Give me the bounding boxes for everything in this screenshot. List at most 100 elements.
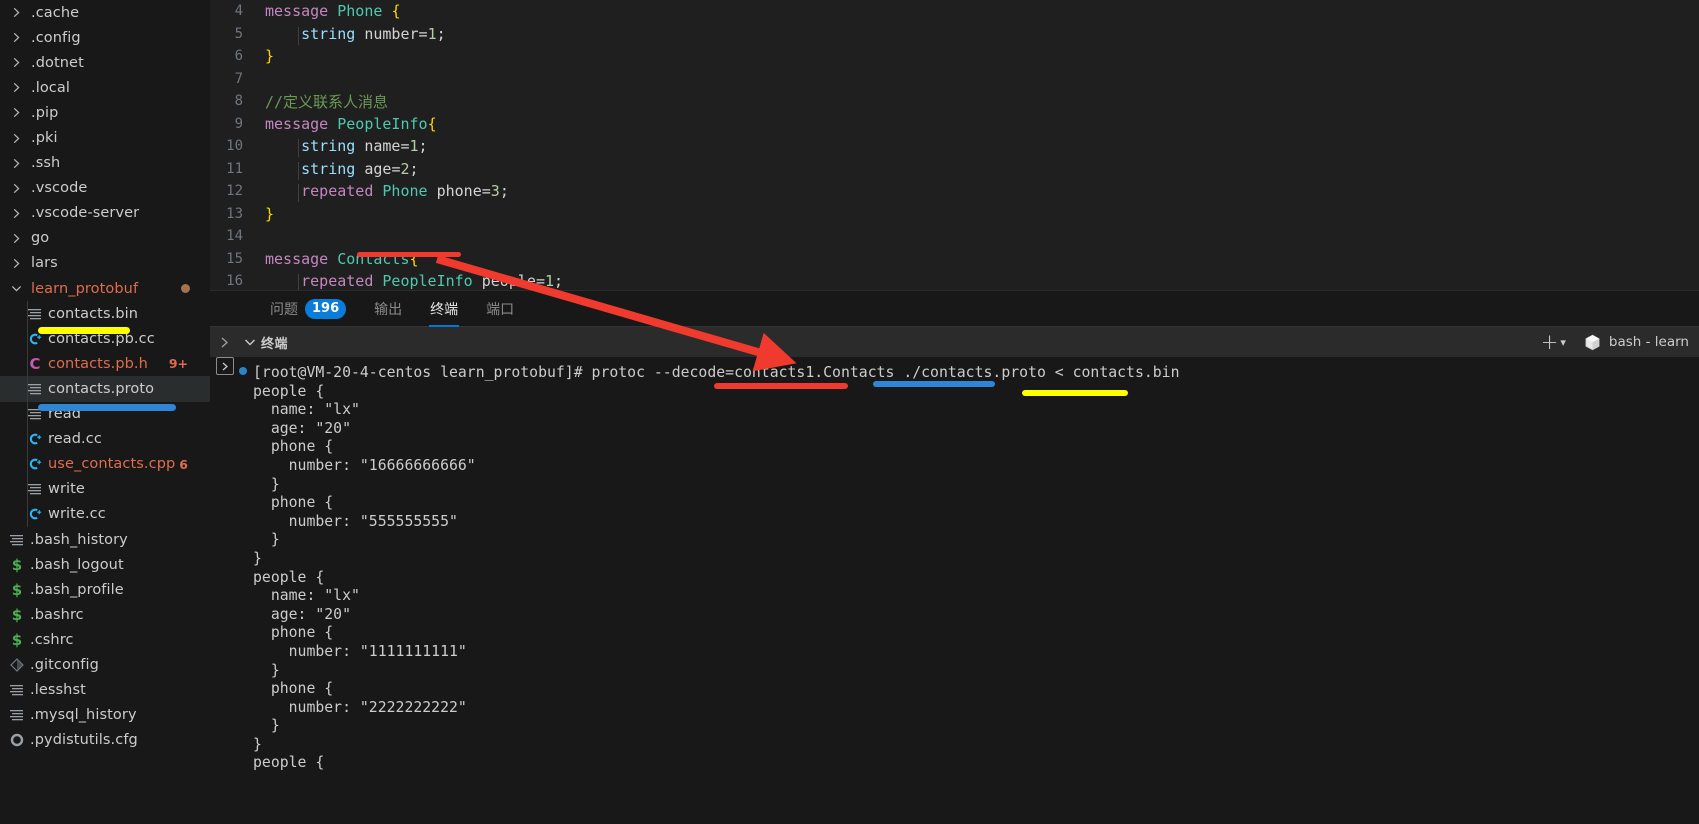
chevron-right-icon[interactable] xyxy=(8,183,24,194)
tree-item-learn-protobuf[interactable]: learn_protobuf xyxy=(0,276,210,301)
code-line-content: } xyxy=(265,205,274,223)
tree-item-lars[interactable]: lars xyxy=(0,251,210,276)
tree-item-bash-profile[interactable]: $ .bash_profile xyxy=(0,577,210,602)
tree-item-bash-logout[interactable]: $ .bash_logout xyxy=(0,552,210,577)
tree-item-pki[interactable]: .pki xyxy=(0,125,210,150)
chevron-right-icon[interactable] xyxy=(8,258,24,269)
chevron-right-icon[interactable] xyxy=(8,82,24,93)
tree-item-write[interactable]: write xyxy=(0,476,210,502)
terminal-body[interactable]: [root@VM-20-4-centos learn_protobuf]# pr… xyxy=(210,357,1699,824)
panel-tab-ports[interactable]: 端口 xyxy=(472,291,528,327)
tree-item-config[interactable]: .config xyxy=(0,25,210,50)
vscode-window: .cache .config .dotnet .local .pip .pki .ssh .v… xyxy=(0,0,1699,824)
code-token: = xyxy=(400,137,410,156)
terminal-session-tab[interactable]: bash - learn xyxy=(1570,334,1699,351)
tree-item-label: lars xyxy=(31,255,58,272)
code-line[interactable]: 9 message PeopleInfo{ xyxy=(210,113,1699,136)
terminal-output-line: number: "16666666666" xyxy=(253,456,476,474)
code-line[interactable]: 5 string number=1; xyxy=(210,23,1699,46)
code-token: message xyxy=(265,114,338,133)
code-token: ; xyxy=(499,182,509,201)
code-token: repeated xyxy=(301,182,383,201)
chevron-right-icon[interactable] xyxy=(8,57,24,68)
chevron-right-icon[interactable] xyxy=(8,158,24,169)
tree-item-mysql-history[interactable]: .mysql_history xyxy=(0,703,210,728)
file-explorer-sidebar[interactable]: .cache .config .dotnet .local .pip .pki .ssh .v… xyxy=(0,0,210,824)
tree-item-ssh[interactable]: .ssh xyxy=(0,151,210,176)
shell-icon: $ xyxy=(11,580,23,599)
tree-item-contacts-proto[interactable]: contacts.proto xyxy=(0,376,210,402)
tree-item-pydistutils-cfg[interactable]: .pydistutils.cfg xyxy=(0,728,210,753)
tree-item-vscode[interactable]: .vscode xyxy=(0,176,210,201)
tree-item-read-cc[interactable]: read.cc xyxy=(0,426,210,452)
tree-item-contacts-bin[interactable]: contacts.bin xyxy=(0,301,210,327)
code-line[interactable]: 13} xyxy=(210,203,1699,226)
tree-item-bashrc[interactable]: $ .bashrc xyxy=(0,602,210,627)
code-line[interactable]: 16 repeated PeopleInfo people=1; xyxy=(210,270,1699,290)
tree-item-go[interactable]: go xyxy=(0,226,210,251)
indent-guide xyxy=(298,184,299,203)
code-line[interactable]: 12 repeated Phone phone=3; xyxy=(210,180,1699,203)
code-line[interactable]: 7 xyxy=(210,68,1699,91)
panel-tab-bar[interactable]: 问题 196 输出 终端 端口 xyxy=(210,290,1699,327)
panel-tab-label: 输出 xyxy=(374,301,403,318)
terminal-command: protoc --decode=contacts1.Contacts ./con… xyxy=(591,364,1180,381)
code-line[interactable]: 14 xyxy=(210,225,1699,248)
line-number: 5 xyxy=(234,25,243,42)
tree-item-write-cc[interactable]: write.cc xyxy=(0,501,210,527)
tree-item-contacts-pb-h[interactable]: Ccontacts.pb.h 9+ xyxy=(0,351,210,377)
tree-item-label: contacts.bin xyxy=(48,305,139,322)
code-line[interactable]: 8 //定义联系人消息 xyxy=(210,90,1699,113)
terminal-output-line: name: "lx" xyxy=(253,401,360,419)
tree-item-cshrc[interactable]: $ .cshrc xyxy=(0,627,210,652)
tree-item-gitconfig[interactable]: .gitconfig xyxy=(0,652,210,677)
chevron-right-icon[interactable] xyxy=(8,208,24,219)
tree-item-label: .pki xyxy=(31,130,58,147)
tree-item-use-contacts-cpp[interactable]: use_contacts.cpp 6 xyxy=(0,451,210,477)
tree-item-label: .config xyxy=(31,29,81,46)
code-line[interactable]: 10 string name=1; xyxy=(210,135,1699,158)
indent-guide xyxy=(298,26,299,45)
terminal-command-line[interactable]: [root@VM-20-4-centos learn_protobuf]# pr… xyxy=(239,364,1699,383)
line-number: 11 xyxy=(226,160,243,177)
chevron-right-icon[interactable] xyxy=(8,233,24,244)
code-editor[interactable]: 4 message Phone {5 string number=1; 6} 7 8//… xyxy=(210,0,1699,290)
code-line[interactable]: 11 string age=2; xyxy=(210,158,1699,181)
chevron-down-icon[interactable] xyxy=(8,283,24,294)
tree-item-read[interactable]: read xyxy=(0,401,210,427)
panel-tab-output[interactable]: 输出 xyxy=(360,291,416,327)
tree-item-bash-history[interactable]: .bash_history xyxy=(0,527,210,552)
chevron-right-icon[interactable] xyxy=(8,32,24,43)
tree-item-contacts-pb-cc[interactable]: contacts.pb.cc xyxy=(0,326,210,352)
split-terminal-icon[interactable] xyxy=(216,357,234,375)
terminal-header[interactable]: 终端 + ▾ bash - learn xyxy=(210,326,1699,357)
code-token: = xyxy=(418,24,428,43)
code-line[interactable]: 6} xyxy=(210,45,1699,68)
chevron-right-icon[interactable] xyxy=(8,107,24,118)
panel-tab-terminal[interactable]: 终端 xyxy=(416,291,472,327)
tree-item-label: .vscode-server xyxy=(31,205,140,222)
terminal-collapse-chevron[interactable] xyxy=(239,336,261,348)
tree-item-pip[interactable]: .pip xyxy=(0,100,210,125)
code-line[interactable]: 15 message Contacts{ xyxy=(210,248,1699,271)
tree-item-cache[interactable]: .cache xyxy=(0,0,210,25)
tree-item-dotnet[interactable]: .dotnet xyxy=(0,50,210,75)
file-tree[interactable]: .cache .config .dotnet .local .pip .pki .ssh .v… xyxy=(0,0,210,753)
panel-tab-problems[interactable]: 问题 196 xyxy=(256,291,360,327)
header-icon: C xyxy=(26,355,44,373)
chevron-down-icon[interactable]: ▾ xyxy=(1560,336,1566,349)
code-line[interactable]: 4 message Phone { xyxy=(210,0,1699,23)
tree-item-vscode-server[interactable]: .vscode-server xyxy=(0,201,210,226)
indent-guide xyxy=(27,401,28,427)
indent-guide xyxy=(298,139,299,158)
terminal-output[interactable]: [root@VM-20-4-centos learn_protobuf]# pr… xyxy=(239,357,1699,824)
new-terminal-button[interactable]: + ▾ xyxy=(1541,331,1570,353)
chevron-right-icon[interactable] xyxy=(8,133,24,144)
chevron-right-icon[interactable] xyxy=(8,7,24,18)
code-lines[interactable]: 4 message Phone {5 string number=1; 6} 7 8//… xyxy=(210,0,1699,290)
tree-item-lesshst[interactable]: .lesshst xyxy=(0,678,210,703)
tree-item-local[interactable]: .local xyxy=(0,75,210,100)
line-number: 13 xyxy=(226,205,243,222)
code-token: //定义联系人消息 xyxy=(265,92,389,111)
